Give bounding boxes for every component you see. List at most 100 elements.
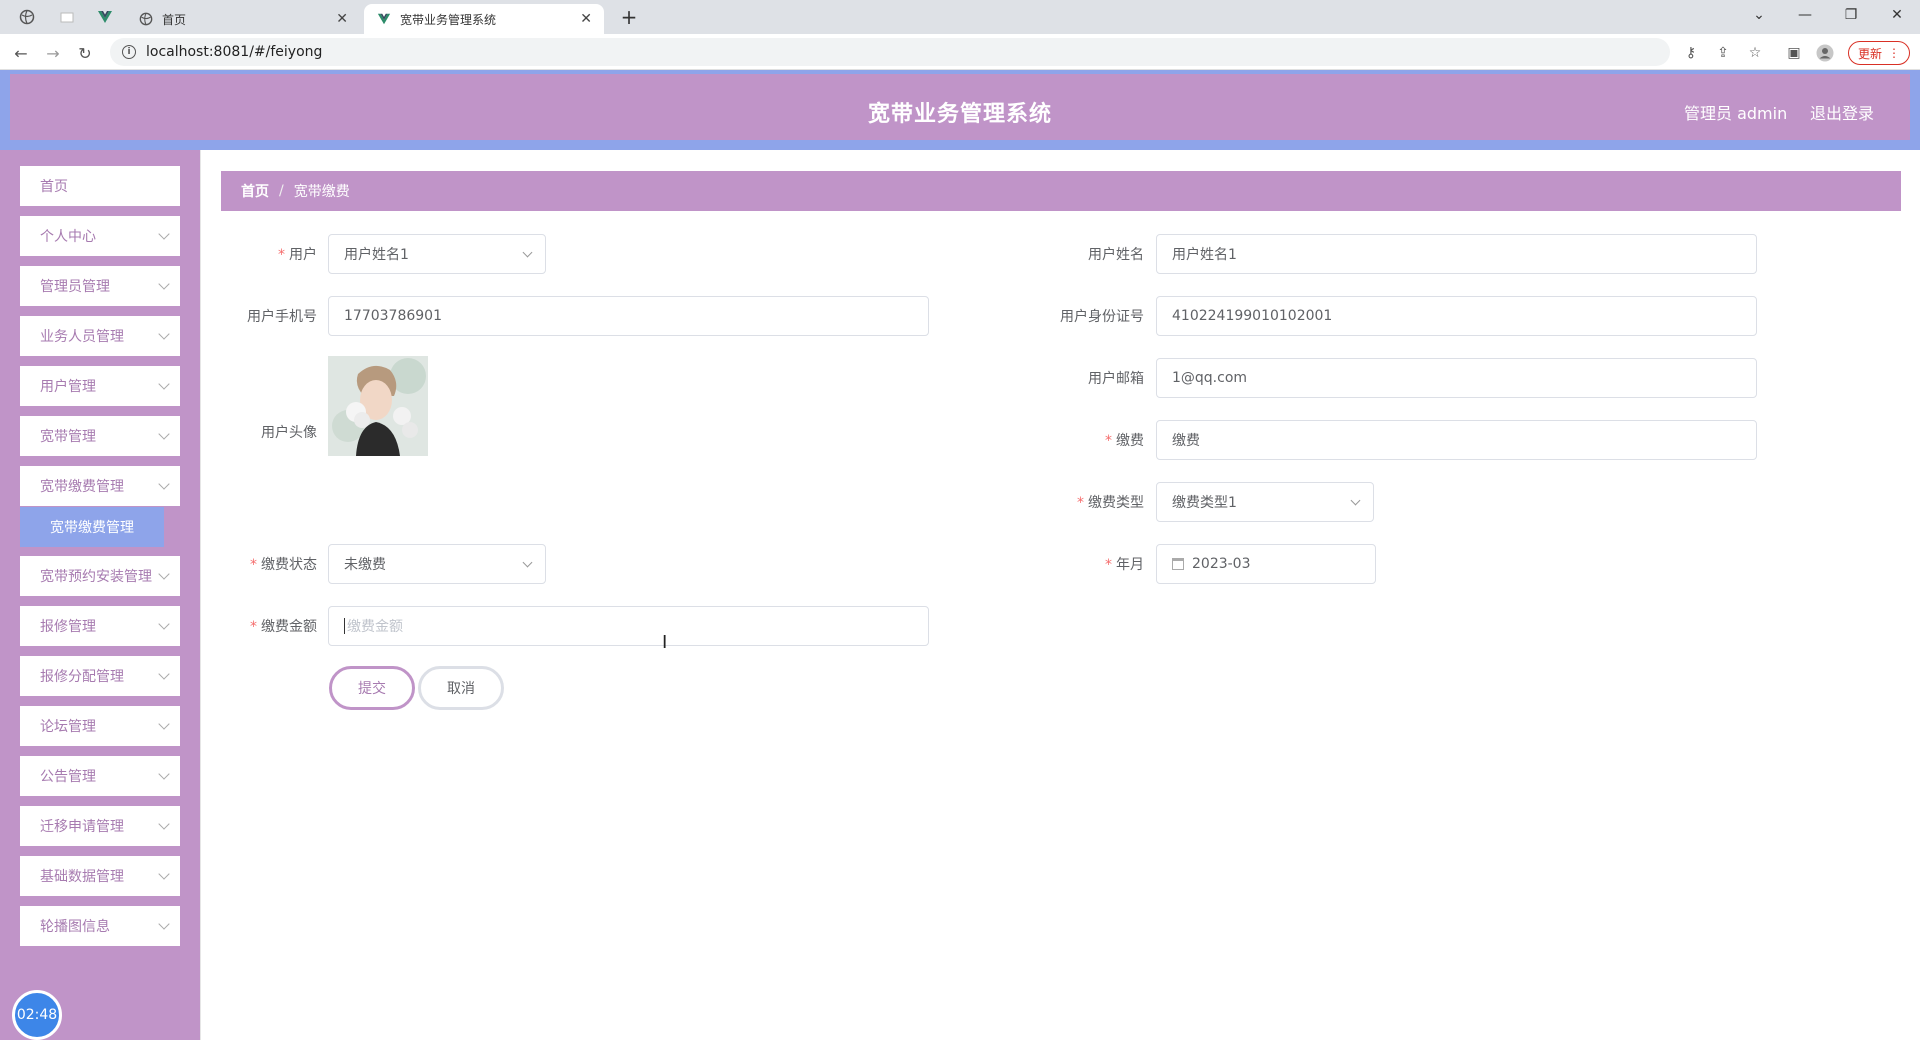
chevron-down-icon	[158, 718, 170, 730]
fee-type-select[interactable]: 缴费类型1	[1156, 482, 1374, 522]
breadcrumb-home[interactable]: 首页	[241, 181, 269, 201]
vue-icon	[376, 11, 392, 27]
tab-system[interactable]: 宽带业务管理系统 ✕	[364, 4, 604, 34]
restore-button[interactable]: ❐	[1828, 0, 1874, 30]
tab-home[interactable]: 首页 ✕	[126, 4, 360, 34]
chevron-down-icon	[158, 328, 170, 340]
idcard-label: 用户身份证号	[1060, 309, 1144, 325]
sidebar-item-label: 迁移申请管理	[40, 819, 124, 835]
email-field[interactable]: 1@qq.com	[1156, 358, 1757, 398]
idcard-field[interactable]: 410224199010102001	[1156, 296, 1757, 336]
phone-value: 17703786901	[344, 308, 442, 324]
address-bar: ← → ↻ i localhost:8081/#/feiyong ⚷ ⇪ ☆ ▣…	[0, 34, 1920, 70]
user-avatar[interactable]	[328, 356, 428, 456]
sidebar-item-repair-assign[interactable]: 报修分配管理	[20, 656, 180, 696]
chevron-down-icon	[1350, 495, 1361, 506]
update-button[interactable]: 更新 ⋮	[1848, 41, 1910, 65]
month-label: * 年月	[1105, 557, 1144, 573]
chevron-down-icon	[158, 378, 170, 390]
chevron-down-icon	[158, 768, 170, 780]
text-caret	[344, 618, 345, 634]
url-input[interactable]: i localhost:8081/#/feiyong	[110, 38, 1670, 66]
browser-tabbar: 首页 ✕ 宽带业务管理系统 ✕ + ⌄ — ❐ ✕	[0, 0, 1920, 34]
sidebar-item-label: 业务人员管理	[40, 329, 124, 345]
status-select[interactable]: 未缴费	[328, 544, 546, 584]
chevron-down-icon	[158, 818, 170, 830]
chevron-down-icon	[158, 618, 170, 630]
phone-field[interactable]: 17703786901	[328, 296, 929, 336]
sidebar-item-profile[interactable]: 个人中心	[20, 216, 180, 256]
sidebar-item-installs[interactable]: 宽带预约安装管理	[20, 556, 180, 596]
clock-widget[interactable]: 02:48	[12, 990, 62, 1040]
sidebar-item-migration[interactable]: 迁移申请管理	[20, 806, 180, 846]
sidebar-subitem-payments[interactable]: 宽带缴费管理	[20, 507, 164, 547]
sidebar-item-carousel[interactable]: 轮播图信息	[20, 906, 180, 946]
minimize-button[interactable]: —	[1782, 0, 1828, 30]
close-window-button[interactable]: ✕	[1874, 0, 1920, 30]
fee-type-label: * 缴费类型	[1077, 495, 1144, 511]
avatar-image	[328, 356, 428, 456]
sidebar-item-notices[interactable]: 公告管理	[20, 756, 180, 796]
submit-button[interactable]: 提交	[329, 666, 415, 710]
tab-search-icon[interactable]: ⌄	[1736, 0, 1782, 30]
chevron-down-icon	[158, 568, 170, 580]
url-text: localhost:8081/#/feiyong	[146, 44, 323, 60]
sidebar-item-staff[interactable]: 业务人员管理	[20, 316, 180, 356]
avatar-label: 用户头像	[261, 425, 317, 441]
sidebar-item-basedata[interactable]: 基础数据管理	[20, 856, 180, 896]
user-name-value: 用户姓名1	[1172, 247, 1237, 263]
sidebar-item-admins[interactable]: 管理员管理	[20, 266, 180, 306]
close-icon[interactable]: ✕	[336, 11, 348, 27]
fee-label: * 缴费	[1105, 433, 1144, 449]
sidebar-item-label: 轮播图信息	[40, 919, 110, 935]
logout-link[interactable]: 退出登录	[1810, 100, 1874, 124]
sidebar-item-label: 报修分配管理	[40, 669, 124, 685]
text-cursor-icon: I	[662, 632, 668, 653]
star-icon[interactable]: ☆	[1745, 43, 1765, 63]
amount-input[interactable]: 缴费金额	[328, 606, 929, 646]
sidebar-item-users[interactable]: 用户管理	[20, 366, 180, 406]
update-label: 更新	[1857, 46, 1882, 61]
sidebar-item-label: 个人中心	[40, 229, 96, 245]
pinned-tab-blank[interactable]	[52, 0, 82, 34]
tab-title: 首页	[162, 12, 187, 27]
user-select[interactable]: 用户姓名1	[328, 234, 546, 274]
user-name-field[interactable]: 用户姓名1	[1156, 234, 1757, 274]
pinned-tab-vue[interactable]	[90, 0, 120, 34]
month-value: 2023-03	[1192, 556, 1251, 572]
globe-icon	[138, 11, 154, 27]
current-user: 管理员 admin	[1684, 104, 1788, 123]
new-tab-button[interactable]: +	[617, 6, 641, 30]
email-label: 用户邮箱	[1088, 371, 1144, 387]
sidebar-item-home[interactable]: 首页	[20, 166, 180, 206]
profile-icon[interactable]	[1815, 43, 1835, 63]
globe-icon	[19, 9, 35, 25]
fee-value: 缴费	[1172, 433, 1200, 449]
sidebar-item-payments[interactable]: 宽带缴费管理	[20, 466, 180, 506]
sidepanel-icon[interactable]: ▣	[1784, 43, 1804, 63]
cancel-button[interactable]: 取消	[418, 666, 504, 710]
sidebar-item-label: 首页	[40, 179, 68, 195]
pinned-tab-globe[interactable]	[12, 0, 42, 34]
sidebar-item-forum[interactable]: 论坛管理	[20, 706, 180, 746]
app-title: 宽带业务管理系统	[867, 102, 1052, 127]
share-icon[interactable]: ⇪	[1713, 43, 1733, 63]
back-button[interactable]: ←	[8, 40, 34, 66]
sidebar-item-label: 论坛管理	[40, 719, 96, 735]
sidebar-item-repairs[interactable]: 报修管理	[20, 606, 180, 646]
email-value: 1@qq.com	[1172, 370, 1248, 386]
key-icon[interactable]: ⚷	[1681, 43, 1701, 63]
reload-button[interactable]: ↻	[72, 40, 98, 66]
fee-field[interactable]: 缴费	[1156, 420, 1757, 460]
app-header-bar: 宽带业务管理系统 管理员 admin 退出登录	[10, 74, 1910, 140]
sidebar-item-broadband[interactable]: 宽带管理	[20, 416, 180, 456]
calendar-icon	[1172, 558, 1184, 570]
sidebar-item-label: 基础数据管理	[40, 869, 124, 885]
forward-button[interactable]: →	[40, 40, 66, 66]
sidebar-item-label: 用户管理	[40, 379, 96, 395]
info-icon[interactable]: i	[122, 45, 136, 59]
close-icon[interactable]: ✕	[580, 11, 592, 27]
chevron-down-icon	[158, 918, 170, 930]
month-picker[interactable]: 2023-03	[1156, 544, 1376, 584]
phone-label: 用户手机号	[247, 309, 317, 325]
